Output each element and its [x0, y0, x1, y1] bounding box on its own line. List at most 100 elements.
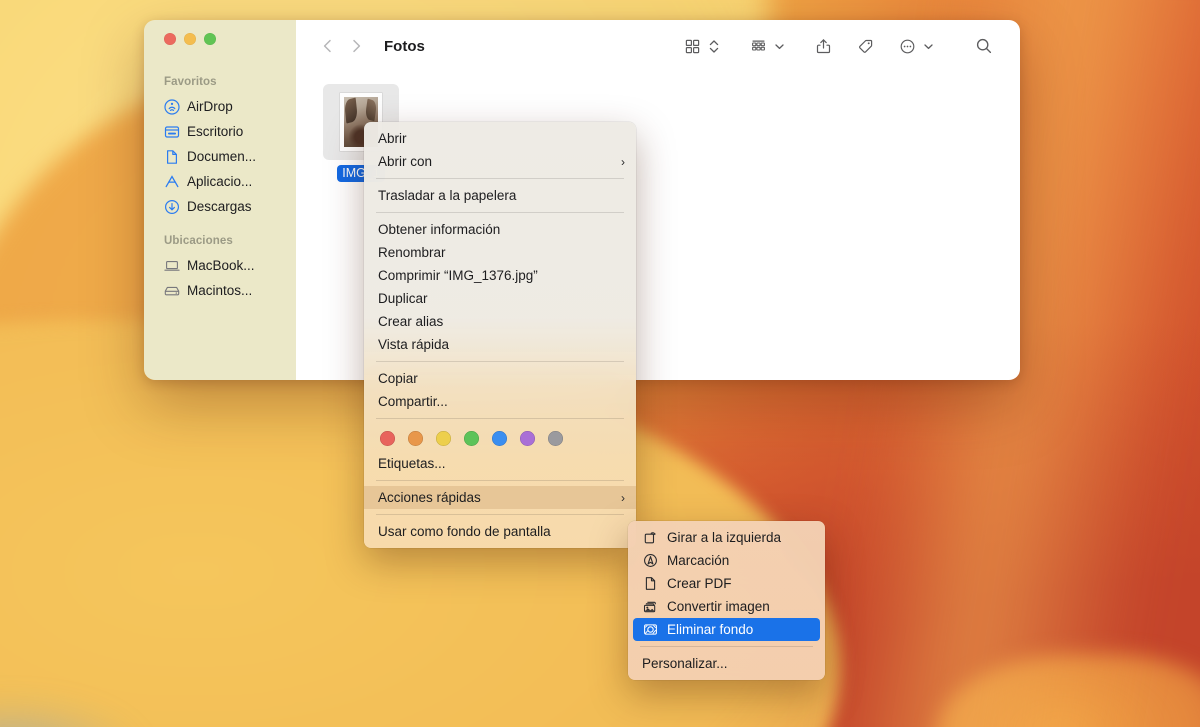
- sidebar-item-label: Macintos...: [187, 283, 253, 298]
- menu-item-etiquetas[interactable]: Etiquetas...: [364, 452, 636, 475]
- more-actions-control[interactable]: [893, 32, 936, 60]
- menu-item-label: Vista rápida: [378, 337, 450, 352]
- tag-color-green[interactable]: [464, 431, 479, 446]
- rotate-left-icon: [642, 530, 659, 545]
- submenu-item-label: Marcación: [667, 553, 730, 568]
- sidebar-item-label: MacBook...: [187, 258, 255, 273]
- back-chevron-icon[interactable]: [314, 32, 342, 60]
- finder-sidebar: Favoritos AirDrop Escritorio Documen... …: [144, 20, 296, 380]
- submenu-item-girar-izquierda[interactable]: Girar a la izquierda: [628, 526, 825, 549]
- window-controls: [144, 20, 296, 60]
- close-button[interactable]: [164, 33, 176, 45]
- sidebar-item-airdrop[interactable]: AirDrop: [144, 94, 296, 119]
- group-rows-icon[interactable]: [744, 32, 772, 60]
- menu-separator: [376, 480, 624, 481]
- menu-item-label: Comprimir “IMG_1376.jpg”: [378, 268, 538, 283]
- share-icon[interactable]: [809, 32, 837, 60]
- menu-item-copiar[interactable]: Copiar: [364, 367, 636, 390]
- menu-item-label: Etiquetas...: [378, 456, 446, 471]
- menu-item-label: Duplicar: [378, 291, 428, 306]
- ellipsis-circle-icon[interactable]: [893, 32, 921, 60]
- finder-toolbar: Fotos: [296, 20, 1020, 72]
- tag-color-purple[interactable]: [520, 431, 535, 446]
- tag-color-yellow[interactable]: [436, 431, 451, 446]
- menu-item-label: Trasladar a la papelera: [378, 188, 517, 203]
- menu-item-abrir[interactable]: Abrir: [364, 127, 636, 150]
- menu-item-abrir-con[interactable]: Abrir con ›: [364, 150, 636, 173]
- forward-chevron-icon[interactable]: [342, 32, 370, 60]
- menu-item-vista-rapida[interactable]: Vista rápida: [364, 333, 636, 356]
- applications-icon: [163, 173, 180, 190]
- harddisk-icon: [163, 282, 180, 299]
- menu-item-duplicar[interactable]: Duplicar: [364, 287, 636, 310]
- menu-item-comprimir[interactable]: Comprimir “IMG_1376.jpg”: [364, 264, 636, 287]
- submenu-item-crear-pdf[interactable]: Crear PDF: [628, 572, 825, 595]
- sidebar-item-label: Aplicacio...: [187, 174, 253, 189]
- tag-color-row: [364, 424, 636, 452]
- maximize-button[interactable]: [204, 33, 216, 45]
- menu-item-label: Abrir con: [378, 154, 433, 169]
- submenu-separator: [640, 646, 813, 647]
- submenu-item-label: Girar a la izquierda: [667, 530, 782, 545]
- sidebar-item-macintosh-hd[interactable]: Macintos...: [144, 278, 296, 303]
- chevron-up-down-icon[interactable]: [706, 32, 722, 60]
- sidebar-item-label: Escritorio: [187, 124, 244, 139]
- desktop-icon: [163, 123, 180, 140]
- menu-item-obtener-informacion[interactable]: Obtener información: [364, 218, 636, 241]
- menu-item-trasladar-papelera[interactable]: Trasladar a la papelera: [364, 184, 636, 207]
- sidebar-item-escritorio[interactable]: Escritorio: [144, 119, 296, 144]
- menu-item-label: Renombrar: [378, 245, 446, 260]
- menu-separator: [376, 361, 624, 362]
- context-menu: Abrir Abrir con › Trasladar a la papeler…: [364, 122, 636, 548]
- quick-actions-submenu: Girar a la izquierda Marcación Crear PDF: [628, 521, 825, 680]
- menu-item-compartir[interactable]: Compartir...: [364, 390, 636, 413]
- menu-separator: [376, 514, 624, 515]
- convert-image-icon: [642, 599, 659, 614]
- minimize-button[interactable]: [184, 33, 196, 45]
- sidebar-item-aplicaciones[interactable]: Aplicacio...: [144, 169, 296, 194]
- submenu-item-label: Personalizar...: [642, 656, 728, 671]
- menu-item-usar-como-fondo[interactable]: Usar como fondo de pantalla: [364, 520, 636, 543]
- laptop-icon: [163, 257, 180, 274]
- menu-separator: [376, 418, 624, 419]
- submenu-item-label: Eliminar fondo: [667, 622, 754, 637]
- menu-item-label: Copiar: [378, 371, 418, 386]
- group-by-control[interactable]: [744, 32, 787, 60]
- menu-item-label: Acciones rápidas: [378, 490, 481, 505]
- search-icon[interactable]: [970, 32, 998, 60]
- menu-separator: [376, 178, 624, 179]
- menu-item-acciones-rapidas[interactable]: Acciones rápidas ›: [364, 486, 636, 509]
- remove-background-icon: [642, 622, 659, 637]
- document-icon: [163, 148, 180, 165]
- sidebar-item-descargas[interactable]: Descargas: [144, 194, 296, 219]
- chevron-down-icon[interactable]: [772, 32, 787, 60]
- submenu-item-label: Crear PDF: [667, 576, 732, 591]
- tag-color-orange[interactable]: [408, 431, 423, 446]
- menu-item-renombrar[interactable]: Renombrar: [364, 241, 636, 264]
- tag-color-gray[interactable]: [548, 431, 563, 446]
- view-controls: [678, 32, 722, 60]
- chevron-down-icon[interactable]: [921, 32, 936, 60]
- menu-item-label: Abrir: [378, 131, 407, 146]
- tag-icon[interactable]: [851, 32, 879, 60]
- submenu-item-label: Convertir imagen: [667, 599, 770, 614]
- menu-item-label: Obtener información: [378, 222, 501, 237]
- grid-view-icon[interactable]: [678, 32, 706, 60]
- menu-item-label: Crear alias: [378, 314, 444, 329]
- submenu-item-convertir-imagen[interactable]: Convertir imagen: [628, 595, 825, 618]
- sidebar-item-macbook[interactable]: MacBook...: [144, 253, 296, 278]
- sidebar-item-documentos[interactable]: Documen...: [144, 144, 296, 169]
- tag-color-blue[interactable]: [492, 431, 507, 446]
- menu-item-label: Compartir...: [378, 394, 448, 409]
- menu-item-crear-alias[interactable]: Crear alias: [364, 310, 636, 333]
- submenu-item-personalizar[interactable]: Personalizar...: [628, 652, 825, 675]
- downloads-icon: [163, 198, 180, 215]
- chevron-right-icon: ›: [621, 154, 625, 169]
- submenu-item-eliminar-fondo[interactable]: Eliminar fondo: [633, 618, 820, 641]
- tag-color-red[interactable]: [380, 431, 395, 446]
- sidebar-section-ubicaciones: Ubicaciones: [164, 235, 233, 247]
- sidebar-item-label: Documen...: [187, 149, 257, 164]
- submenu-item-marcacion[interactable]: Marcación: [628, 549, 825, 572]
- sidebar-section-favoritos: Favoritos: [164, 76, 217, 88]
- chevron-right-icon: ›: [621, 490, 625, 505]
